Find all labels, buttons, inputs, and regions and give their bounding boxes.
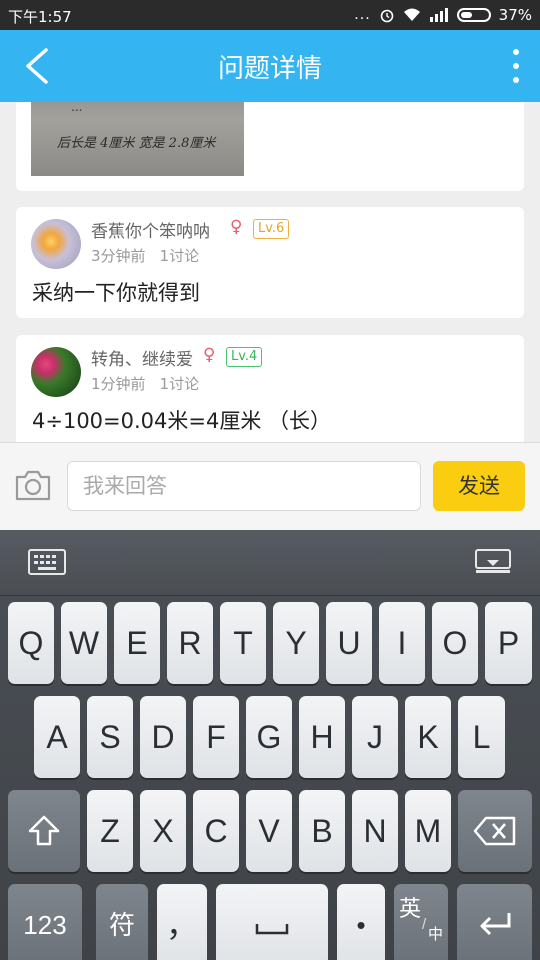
space-key[interactable] — [216, 884, 328, 960]
battery-percent: 37% — [498, 6, 532, 24]
key-m[interactable]: M — [405, 790, 451, 872]
more-vertical-icon — [513, 49, 519, 83]
backspace-icon — [473, 816, 516, 846]
answer-time: 3分钟前 — [91, 247, 146, 265]
user-name[interactable]: 转角、继续爱 — [91, 345, 193, 370]
key-e[interactable]: E — [114, 602, 160, 684]
keyboard-hide-icon — [475, 549, 511, 573]
soft-keyboard: Q W E R T Y U I O P A S D F G H J K L Z … — [0, 530, 540, 960]
camera-icon — [15, 470, 51, 501]
answer-text: 4÷100=0.04米=4厘米 （长） — [32, 409, 332, 433]
enter-key[interactable] — [457, 884, 532, 960]
comment-count[interactable]: 1讨论 — [160, 247, 200, 265]
key-y[interactable]: Y — [273, 602, 319, 684]
key-q[interactable]: Q — [8, 602, 54, 684]
key-j[interactable]: J — [352, 696, 398, 778]
symbols-key[interactable]: 符 — [96, 884, 148, 960]
key-u[interactable]: U — [326, 602, 372, 684]
key-p[interactable]: P — [485, 602, 532, 684]
comment-count[interactable]: 1讨论 — [160, 375, 200, 393]
enter-icon — [480, 913, 510, 936]
send-button[interactable]: 发送 — [433, 461, 525, 511]
key-f[interactable]: F — [193, 696, 239, 778]
answer-card[interactable]: 转角、继续爱 ♀ Lv.4 1分钟前 1讨论 4÷100=0.04米=4厘米 （长… — [16, 335, 524, 442]
key-b[interactable]: B — [299, 790, 345, 872]
keyboard-icon — [28, 549, 66, 575]
key-r[interactable]: R — [167, 602, 213, 684]
key-l[interactable]: L — [458, 696, 505, 778]
avatar[interactable] — [31, 219, 81, 269]
status-icons: ... 37% — [354, 6, 532, 24]
question-photo[interactable]: ... 后长是 4厘米 宽是 2.8厘米 — [31, 102, 244, 176]
camera-button[interactable] — [14, 468, 52, 502]
answer-text: 采纳一下你就得到 — [32, 281, 200, 305]
more-options-button[interactable] — [506, 46, 526, 86]
shift-key[interactable] — [8, 790, 80, 872]
app-bar: 问题详情 — [0, 30, 540, 102]
language-switch-key[interactable]: 英 / 中 — [394, 884, 448, 960]
avatar[interactable] — [31, 347, 81, 397]
handwriting-text: 后长是 4厘米 宽是 2.8厘米 — [57, 136, 216, 151]
reply-bar: 发送 — [0, 442, 540, 530]
female-icon: ♀ — [203, 345, 216, 365]
question-card: ... 后长是 4厘米 宽是 2.8厘米 — [16, 102, 524, 191]
answer-card[interactable]: 香蕉你个笨呐呐 ♀ Lv.6 3分钟前 1讨论 采纳一下你就得到 — [16, 207, 524, 318]
shift-icon — [28, 815, 60, 846]
key-o[interactable]: O — [432, 602, 478, 684]
wifi-icon — [403, 8, 420, 21]
key-i[interactable]: I — [379, 602, 425, 684]
handwriting-text-top: ... — [71, 102, 83, 114]
female-icon: ♀ — [230, 217, 243, 237]
answer-list[interactable]: ... 后长是 4厘米 宽是 2.8厘米 香蕉你个笨呐呐 ♀ Lv.6 3分钟前… — [0, 102, 540, 442]
answer-time: 1分钟前 — [91, 375, 146, 393]
keyboard-switch-button[interactable] — [28, 548, 66, 576]
key-d[interactable]: D — [140, 696, 186, 778]
status-bar: 下午1:57 ... 37% — [0, 0, 540, 30]
key-k[interactable]: K — [405, 696, 451, 778]
battery-icon — [456, 8, 491, 22]
key-a[interactable]: A — [34, 696, 80, 778]
level-badge: Lv.4 — [226, 347, 263, 367]
period-key[interactable]: • — [337, 884, 385, 960]
answer-input[interactable] — [67, 461, 421, 511]
lang-zh-label: 中 — [428, 926, 444, 943]
key-c[interactable]: C — [193, 790, 239, 872]
hide-keyboard-button[interactable] — [474, 548, 512, 576]
level-badge: Lv.6 — [253, 219, 290, 239]
key-g[interactable]: G — [246, 696, 292, 778]
key-x[interactable]: X — [140, 790, 186, 872]
status-time: 下午1:57 — [8, 8, 72, 26]
signal-icon — [429, 8, 448, 22]
keyboard-toolbar — [0, 530, 540, 596]
lang-en-label: 英 — [399, 896, 422, 921]
key-t[interactable]: T — [220, 602, 266, 684]
backspace-key[interactable] — [458, 790, 532, 872]
alarm-icon — [380, 9, 393, 23]
notification-dots-icon: ... — [354, 7, 371, 23]
lang-slash: / — [422, 916, 427, 933]
numbers-key[interactable]: 123 — [8, 884, 82, 960]
comma-key[interactable]: ， — [157, 884, 207, 960]
key-w[interactable]: W — [61, 602, 107, 684]
key-z[interactable]: Z — [87, 790, 133, 872]
key-n[interactable]: N — [352, 790, 398, 872]
user-name[interactable]: 香蕉你个笨呐呐 — [91, 217, 210, 242]
answer-meta: 3分钟前 1讨论 — [91, 245, 199, 266]
key-s[interactable]: S — [87, 696, 133, 778]
key-h[interactable]: H — [299, 696, 345, 778]
key-v[interactable]: V — [246, 790, 292, 872]
page-title: 问题详情 — [217, 54, 322, 84]
answer-meta: 1分钟前 1讨论 — [91, 373, 199, 394]
space-icon — [255, 924, 289, 935]
